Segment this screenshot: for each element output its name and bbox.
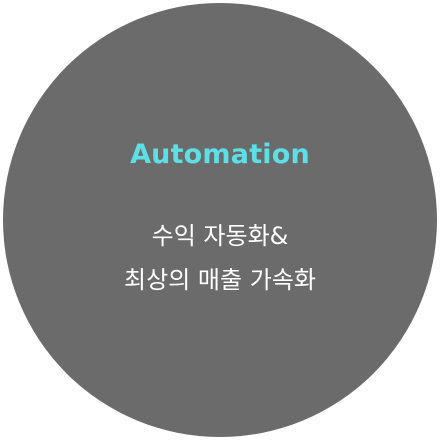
badge-heading: Automation	[130, 139, 310, 170]
badge-line-1: 수익 자동화&	[151, 222, 289, 250]
canvas: Automation 수익 자동화& 최상의 매출 가속화	[0, 0, 440, 440]
badge-line-2: 최상의 매출 가속화	[124, 266, 316, 294]
